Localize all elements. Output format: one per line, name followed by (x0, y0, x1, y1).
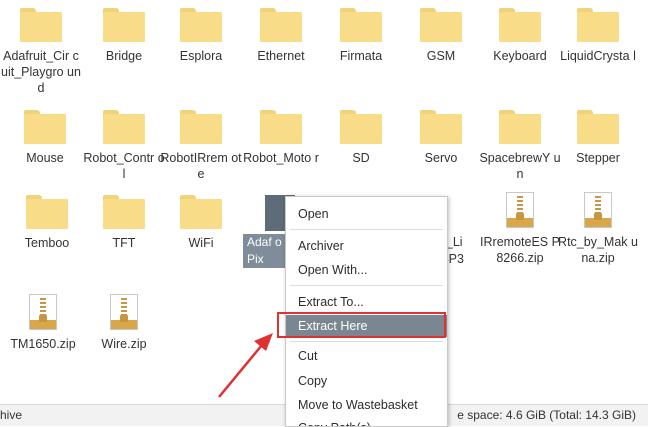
annotation-arrow-icon (218, 333, 273, 398)
